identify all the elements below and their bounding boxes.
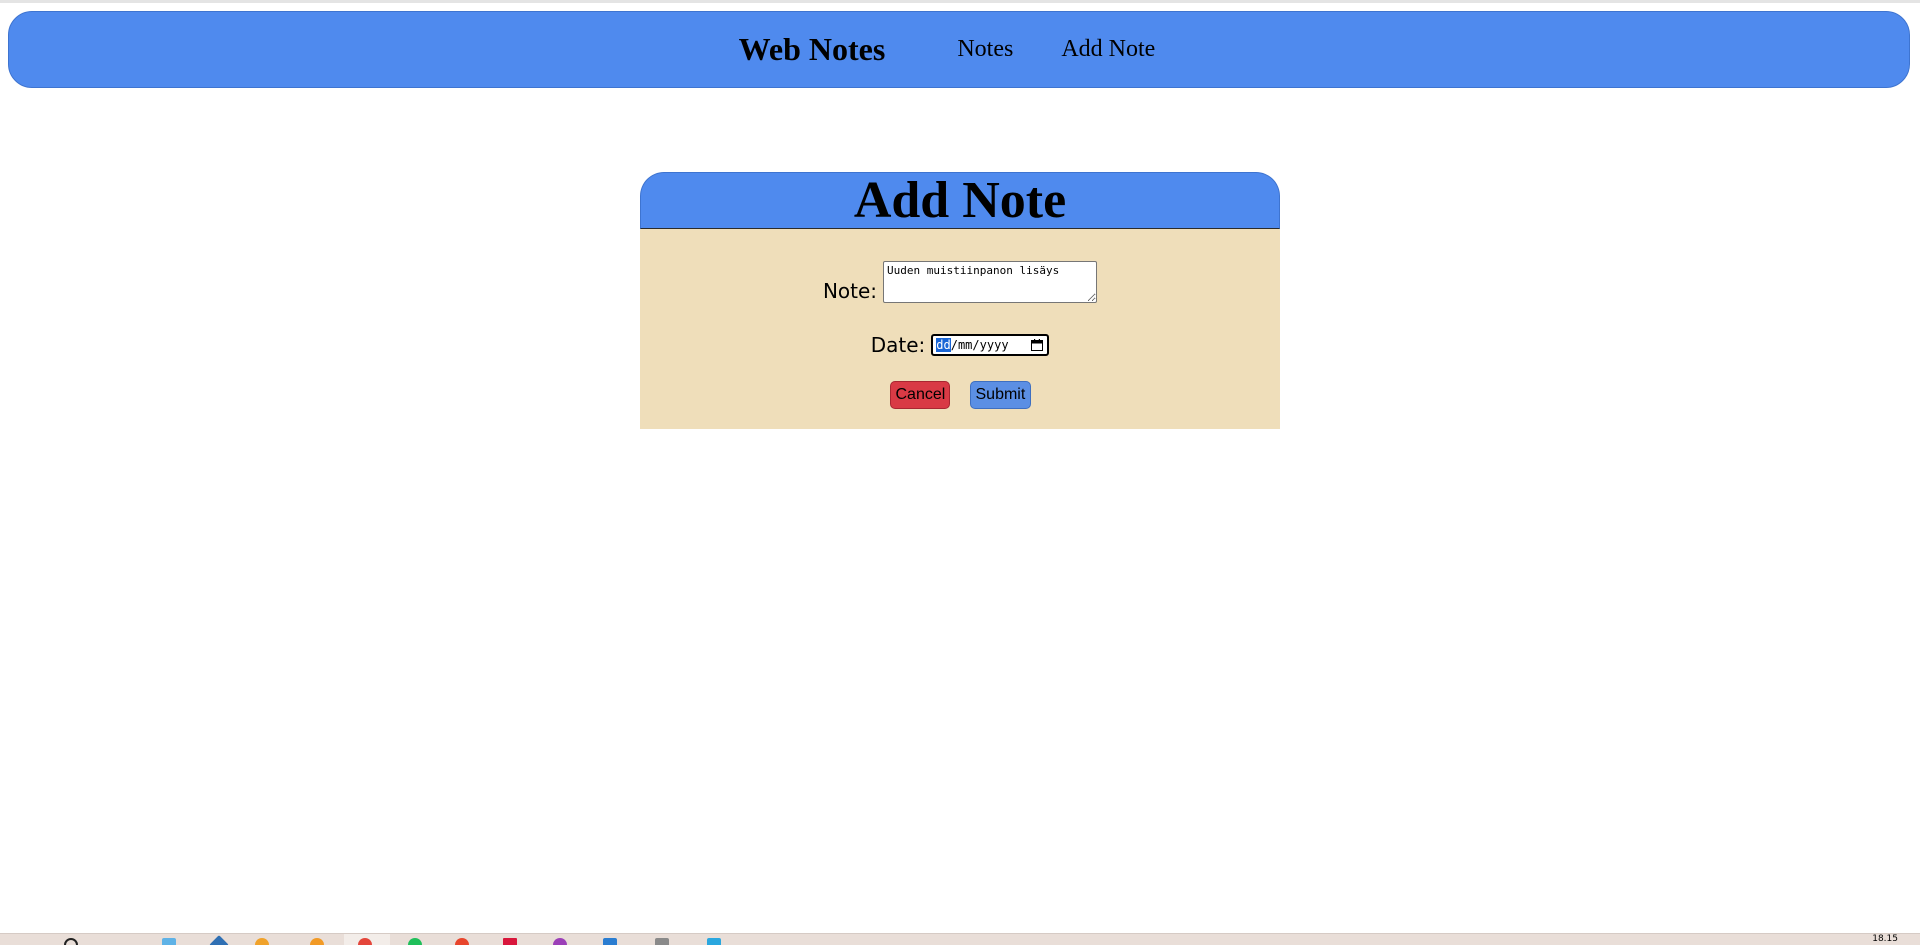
date-day-segment[interactable]: dd (936, 338, 951, 352)
note-textarea[interactable]: Uuden muistiinpanon lisäys (883, 261, 1098, 303)
nav-link-add-note[interactable]: Add Note (1061, 36, 1155, 63)
brand-link[interactable]: Web Notes (739, 31, 886, 68)
cancel-button[interactable]: Cancel (889, 381, 950, 409)
calendar-icon[interactable] (1031, 339, 1044, 351)
app-blue-icon[interactable] (707, 938, 721, 945)
spotify-icon[interactable] (408, 938, 422, 945)
chrome-icon[interactable] (358, 938, 372, 945)
add-note-form: Note: Uuden muistiinpanon lisäys Date: d… (640, 229, 1280, 429)
app-purple-icon[interactable] (553, 938, 567, 945)
button-row: Cancel Submit (640, 381, 1280, 409)
page-title: Add Note (853, 172, 1067, 229)
navbar: Web Notes Notes Add Note (8, 11, 1910, 88)
date-month-segment[interactable]: mm (958, 338, 972, 352)
date-label: Date: (870, 333, 926, 357)
date-separator: / (950, 338, 958, 352)
date-row: Date: dd / mm / yyyy (640, 333, 1280, 357)
date-separator: / (972, 338, 980, 352)
browser-top-edge (0, 0, 1920, 3)
date-year-segment[interactable]: yyyy (980, 338, 1009, 352)
note-label: Note: (822, 279, 878, 303)
add-note-card: Add Note Note: Uuden muistiinpanon lisäy… (640, 172, 1280, 429)
submit-button[interactable]: Submit (969, 381, 1031, 409)
brave-icon[interactable] (455, 938, 469, 945)
vscode-icon[interactable] (603, 938, 617, 945)
search-icon[interactable] (64, 938, 78, 945)
nav-link-notes[interactable]: Notes (957, 36, 1013, 63)
store-icon[interactable] (209, 935, 229, 945)
firefox-icon[interactable] (255, 938, 269, 945)
app-red-icon[interactable] (503, 938, 517, 945)
note-row: Note: Uuden muistiinpanon lisäys (640, 261, 1280, 303)
file-explorer-icon[interactable] (162, 938, 176, 945)
card-header: Add Note (640, 172, 1280, 229)
app-grey-icon[interactable] (655, 938, 669, 945)
taskbar: 18.15 (0, 933, 1920, 945)
taskbar-clock[interactable]: 18.15 (1872, 934, 1898, 944)
chrome-icon[interactable] (310, 938, 324, 945)
date-input[interactable]: dd / mm / yyyy (931, 334, 1050, 356)
